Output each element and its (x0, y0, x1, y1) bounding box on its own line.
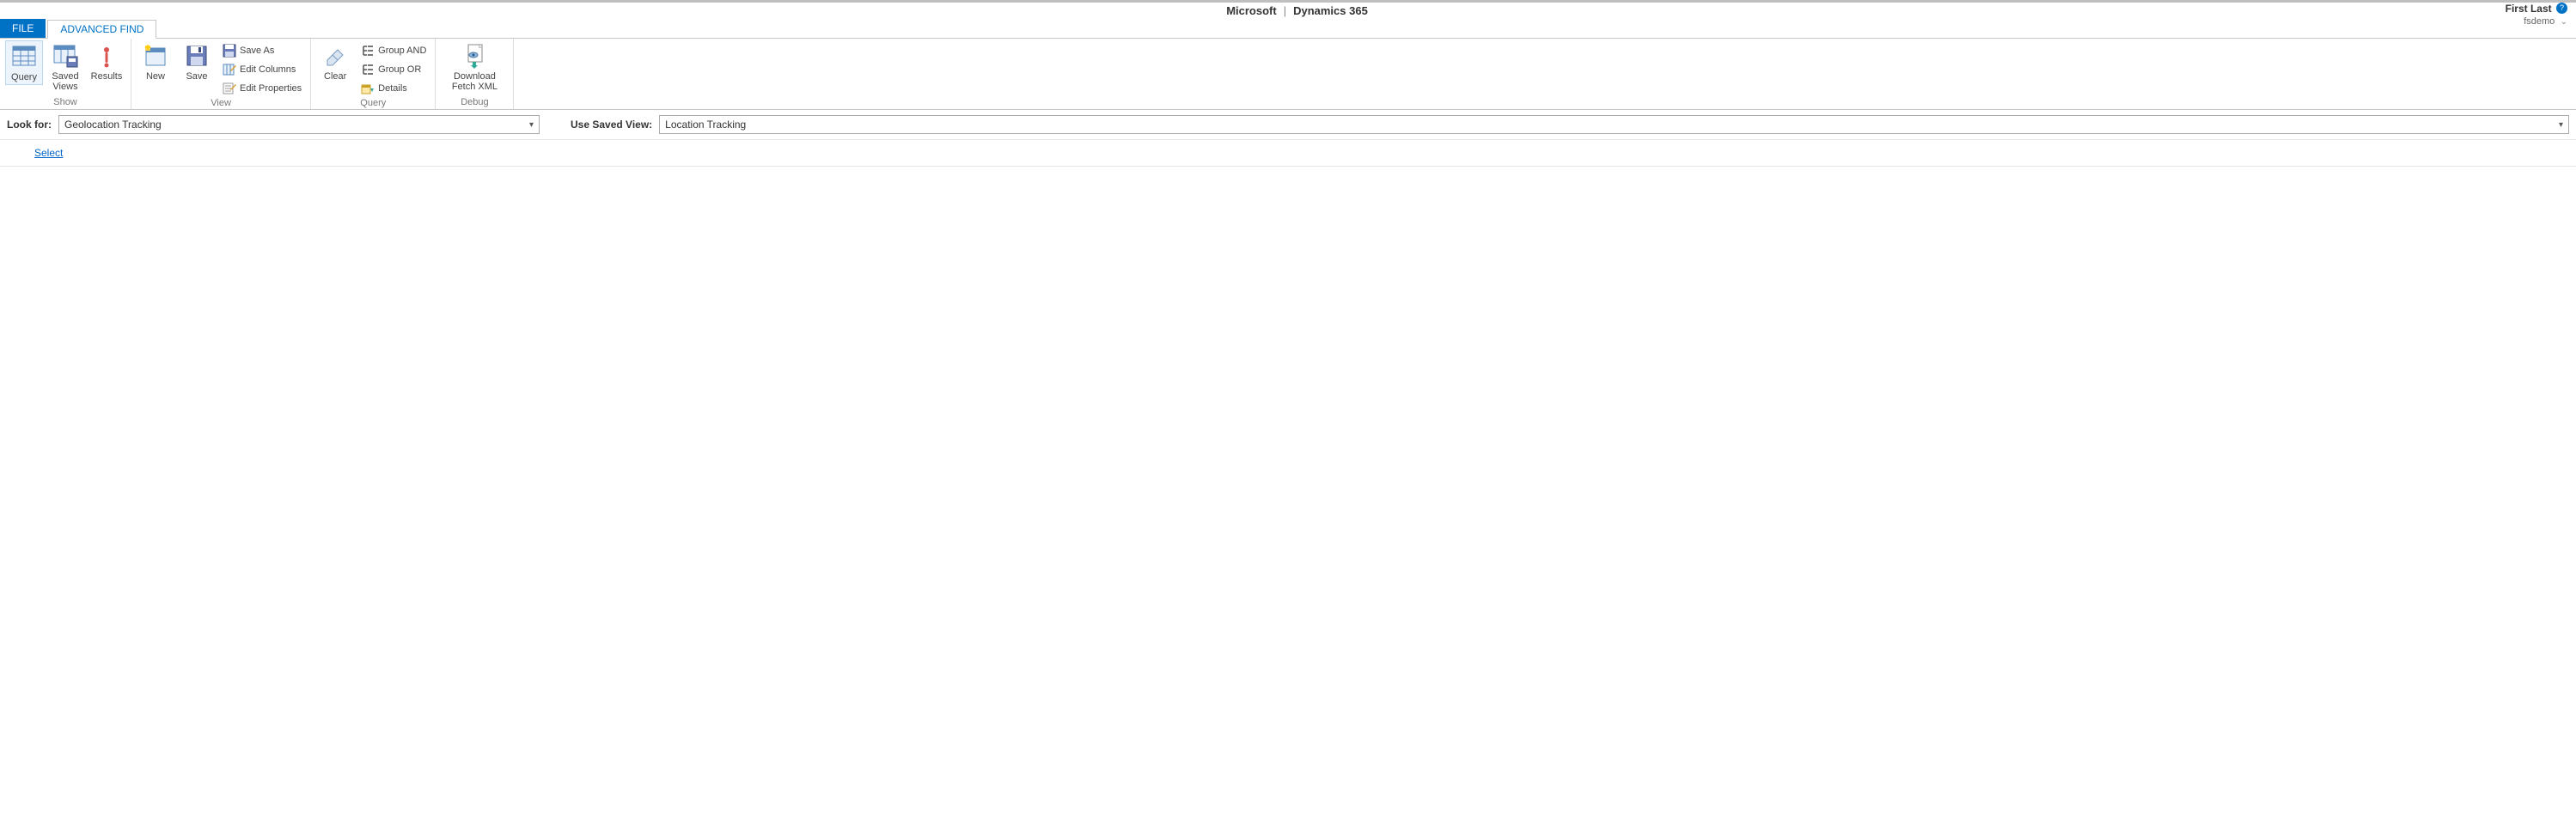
save-as-icon (223, 44, 236, 58)
download-fetch-xml-icon (461, 42, 488, 70)
brand-separator: | (1284, 4, 1286, 17)
org-name: fsdemo (2524, 16, 2555, 27)
query-label: Query (11, 72, 37, 82)
use-saved-view-combo[interactable]: Location Tracking ▾ (659, 115, 2569, 134)
edit-columns-icon (223, 63, 236, 76)
chevron-down-icon: ▾ (2559, 120, 2563, 130)
look-for-combo[interactable]: Geolocation Tracking ▾ (58, 115, 540, 134)
user-name: First Last (2506, 3, 2552, 15)
group-and-button[interactable]: Group AND (357, 42, 430, 59)
group-and-icon (361, 44, 375, 58)
app-header: Microsoft | Dynamics 365 First Last ? fs… (0, 0, 2576, 19)
save-icon (183, 42, 211, 70)
results-icon (93, 42, 120, 70)
group-or-label: Group OR (378, 64, 421, 75)
details-icon (361, 82, 375, 95)
new-label: New (146, 71, 165, 82)
saved-views-icon (52, 42, 79, 70)
look-for-label: Look for: (7, 119, 52, 131)
ribbon-group-view: New Save Save As E (131, 39, 311, 109)
use-saved-view-label: Use Saved View: (571, 119, 652, 131)
ribbon: Query Saved Views Results Show (0, 38, 2576, 110)
group-or-button[interactable]: Group OR (357, 61, 430, 78)
edit-columns-button[interactable]: Edit Columns (219, 61, 305, 78)
clear-icon (321, 42, 349, 70)
save-as-label: Save As (240, 46, 274, 56)
tab-advanced-find-label: ADVANCED FIND (60, 23, 143, 35)
query-button[interactable]: Query (5, 40, 43, 85)
edit-properties-button[interactable]: Edit Properties (219, 80, 305, 97)
filter-bar: Look for: Geolocation Tracking ▾ Use Sav… (0, 110, 2576, 140)
details-label: Details (378, 83, 407, 94)
query-group-label: Query (316, 97, 430, 110)
saved-views-button[interactable]: Saved Views (46, 40, 84, 94)
saved-views-label: Saved Views (48, 71, 82, 92)
query-builder-area: Select (0, 140, 2576, 167)
download-fetch-xml-button[interactable]: Download Fetch XML (441, 40, 508, 94)
debug-group-label: Debug (441, 96, 508, 109)
tab-advanced-find[interactable]: ADVANCED FIND (47, 20, 156, 39)
download-fetch-xml-label: Download Fetch XML (443, 71, 506, 92)
save-as-button[interactable]: Save As (219, 42, 305, 59)
brand-microsoft: Microsoft (1226, 4, 1277, 17)
ribbon-group-query: Clear Group AND Group OR (311, 39, 436, 109)
results-button[interactable]: Results (88, 40, 125, 83)
new-icon (142, 42, 169, 70)
new-button[interactable]: New (137, 40, 174, 83)
microsoft-logo-icon (1208, 5, 1219, 16)
show-group-label: Show (5, 96, 125, 109)
edit-columns-label: Edit Columns (240, 64, 296, 75)
tab-file[interactable]: FILE (0, 19, 46, 38)
edit-properties-icon (223, 82, 236, 95)
group-and-label: Group AND (378, 46, 426, 56)
look-for-value: Geolocation Tracking (64, 119, 162, 131)
help-icon[interactable]: ? (2556, 3, 2567, 14)
query-icon (10, 43, 38, 70)
ribbon-group-show: Query Saved Views Results Show (0, 39, 131, 109)
ribbon-group-debug: Download Fetch XML Debug (436, 39, 514, 109)
clear-label: Clear (324, 71, 346, 82)
edit-properties-label: Edit Properties (240, 83, 302, 94)
tab-strip: FILE ADVANCED FIND (0, 19, 2576, 38)
save-label: Save (186, 71, 207, 82)
group-or-icon (361, 63, 375, 76)
org-expand-icon[interactable]: ⌄ (2561, 17, 2567, 27)
user-area: First Last ? fsdemo ⌄ (2506, 3, 2567, 28)
tab-file-label: FILE (12, 22, 34, 34)
chevron-down-icon: ▾ (529, 120, 534, 130)
details-button[interactable]: Details (357, 80, 430, 97)
view-group-label: View (137, 97, 305, 110)
use-saved-view-value: Location Tracking (665, 119, 746, 131)
brand-area: Microsoft | Dynamics 365 (1208, 4, 1368, 17)
save-button[interactable]: Save (178, 40, 216, 83)
clear-button[interactable]: Clear (316, 40, 354, 83)
brand-dynamics: Dynamics 365 (1293, 4, 1368, 17)
select-field-link[interactable]: Select (34, 147, 63, 159)
results-label: Results (91, 71, 123, 82)
